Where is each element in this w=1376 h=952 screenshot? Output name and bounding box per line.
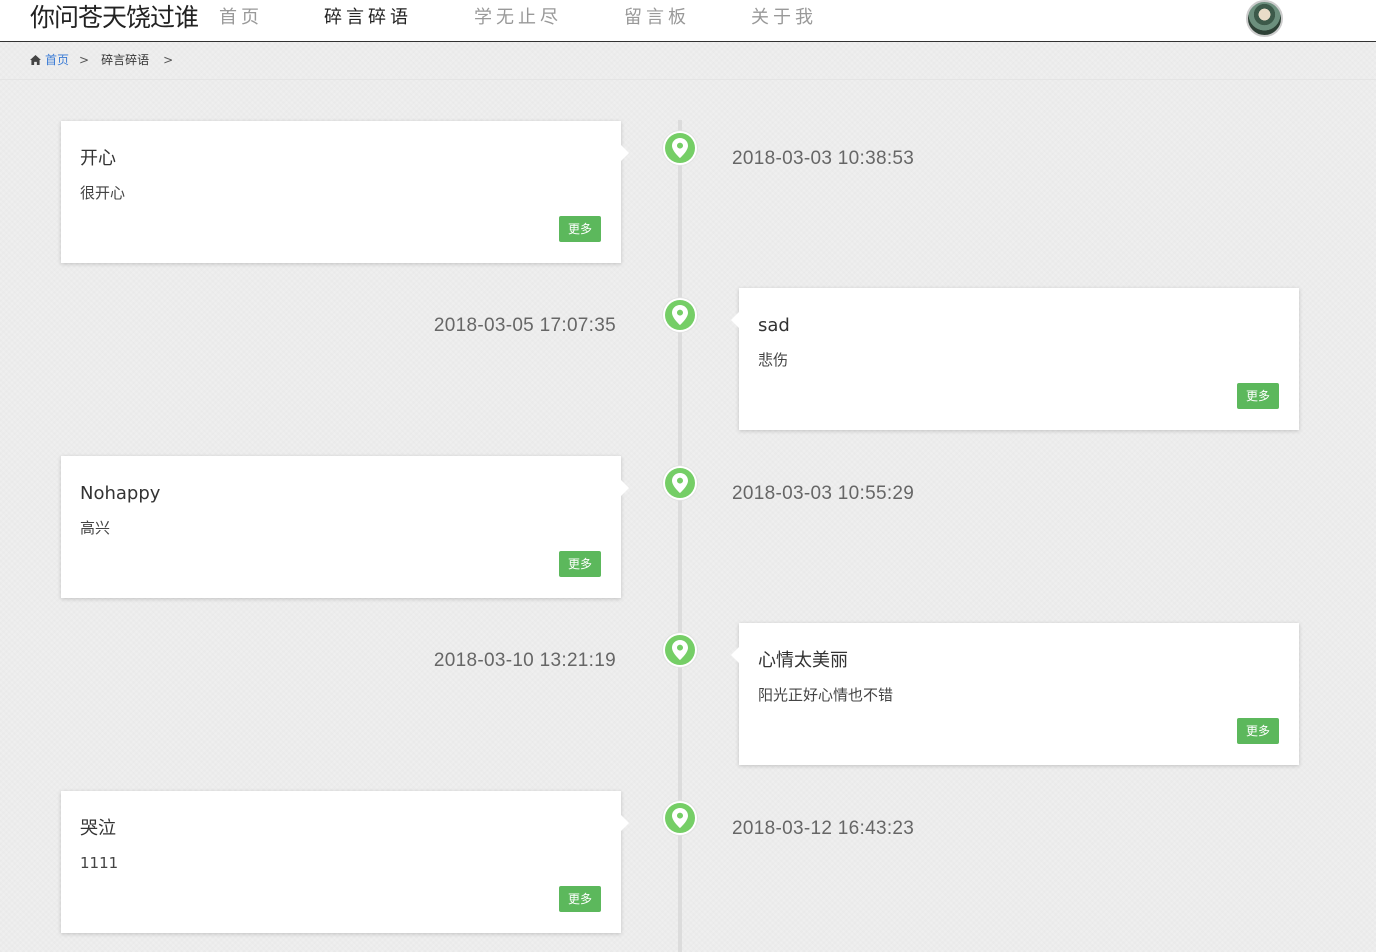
card-title[interactable]: 哭泣	[80, 818, 116, 840]
timeline-card: 心情太美丽 阳光正好心情也不错 更多	[731, 623, 1299, 765]
card-title[interactable]: 心情太美丽	[758, 650, 848, 672]
nav-about[interactable]: 关于我	[751, 6, 817, 30]
card-text: 很开心	[80, 184, 126, 202]
map-marker-icon	[672, 305, 688, 325]
timeline-pin	[663, 298, 697, 332]
more-button[interactable]: 更多	[1237, 383, 1279, 409]
entry-date: 2018-03-05 17:07:35	[433, 315, 616, 336]
more-button[interactable]: 更多	[559, 216, 601, 242]
nav-guestbook[interactable]: 留言板	[624, 6, 690, 30]
site-title[interactable]: 你问苍天饶过谁	[30, 3, 199, 33]
card-text: 悲伤	[758, 351, 789, 369]
breadcrumb-home-link[interactable]: 首页	[45, 50, 69, 70]
nav-essays[interactable]: 碎言碎语	[324, 6, 412, 30]
breadcrumb-divider	[0, 79, 1376, 80]
map-marker-icon	[672, 808, 688, 828]
map-marker-icon	[672, 640, 688, 660]
card-text: 高兴	[80, 519, 111, 537]
timeline-pin	[663, 633, 697, 667]
timeline-pin	[663, 466, 697, 500]
top-navbar: 你问苍天饶过谁 首页 碎言碎语 学无止尽 留言板 关于我	[0, 0, 1376, 42]
timeline-pin	[663, 131, 697, 165]
more-button[interactable]: 更多	[559, 886, 601, 912]
user-avatar[interactable]	[1246, 0, 1283, 37]
entry-date: 2018-03-10 13:21:19	[433, 650, 616, 671]
timeline-card: 哭泣 1111 更多	[61, 791, 629, 933]
card-text: 1111	[80, 854, 119, 872]
nav-home[interactable]: 首页	[219, 6, 263, 30]
timeline-card: 开心 很开心 更多	[61, 121, 629, 263]
entry-date: 2018-03-03 10:38:53	[732, 148, 915, 169]
timeline-card: sad 悲伤 更多	[731, 288, 1299, 430]
nav-learning[interactable]: 学无止尽	[474, 6, 562, 30]
card-title[interactable]: sad	[758, 315, 790, 337]
map-marker-icon	[672, 138, 688, 158]
breadcrumb: 首页 > 碎言碎语 >	[30, 50, 185, 70]
card-title[interactable]: Nohappy	[80, 483, 160, 505]
card-title[interactable]: 开心	[80, 148, 116, 170]
more-button[interactable]: 更多	[559, 551, 601, 577]
card-text: 阳光正好心情也不错	[758, 686, 894, 704]
breadcrumb-separator: >	[79, 53, 90, 67]
entry-date: 2018-03-03 10:55:29	[732, 483, 915, 504]
timeline-card: Nohappy 高兴 更多	[61, 456, 629, 598]
home-icon	[30, 55, 41, 65]
entry-date: 2018-03-12 16:43:23	[732, 818, 915, 839]
breadcrumb-separator: >	[163, 53, 174, 67]
timeline-pin	[663, 801, 697, 835]
more-button[interactable]: 更多	[1237, 718, 1279, 744]
map-marker-icon	[672, 473, 688, 493]
breadcrumb-current: 碎言碎语	[101, 53, 150, 67]
